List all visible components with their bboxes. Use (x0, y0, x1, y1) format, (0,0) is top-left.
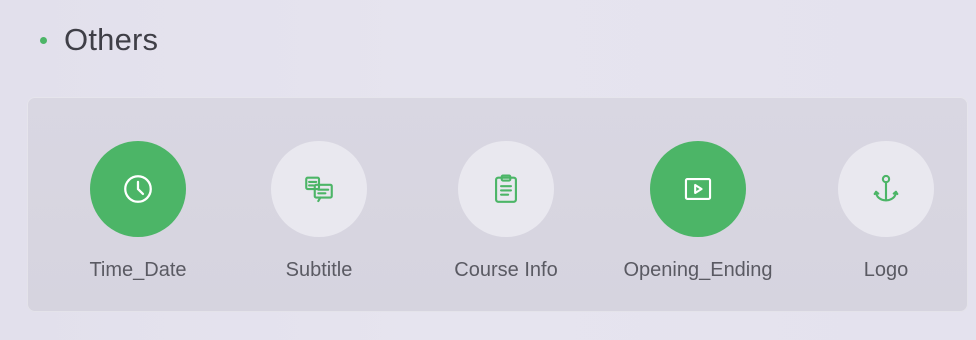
time-date-button[interactable] (90, 141, 186, 237)
subtitle-button[interactable] (271, 141, 367, 237)
course-info-button[interactable] (458, 141, 554, 237)
options-panel: Time_Date Subtitle Course Info Opening_E… (27, 97, 968, 312)
opening-ending-label: Opening_Ending (623, 259, 773, 281)
clipboard-icon (495, 174, 517, 203)
clock-icon (124, 175, 152, 203)
option-course-info[interactable]: Course Info (431, 141, 581, 282)
course-info-label: Course Info (454, 259, 558, 281)
section-header: Others (40, 22, 158, 58)
time-date-label: Time_Date (89, 259, 187, 281)
option-time-date[interactable]: Time_Date (63, 141, 213, 282)
option-subtitle[interactable]: Subtitle (244, 141, 394, 282)
option-logo[interactable]: Logo (811, 141, 961, 282)
section-bullet (40, 36, 47, 44)
subtitle-label: Subtitle (285, 259, 353, 281)
play-icon (684, 178, 712, 200)
anchor-icon (873, 174, 899, 202)
logo-label: Logo (863, 259, 909, 281)
logo-button[interactable] (838, 141, 934, 237)
section-title: Others (64, 22, 159, 57)
opening-ending-button[interactable] (650, 141, 746, 237)
option-opening-ending[interactable]: Opening_Ending (623, 141, 773, 282)
subtitle-icon (305, 176, 333, 203)
